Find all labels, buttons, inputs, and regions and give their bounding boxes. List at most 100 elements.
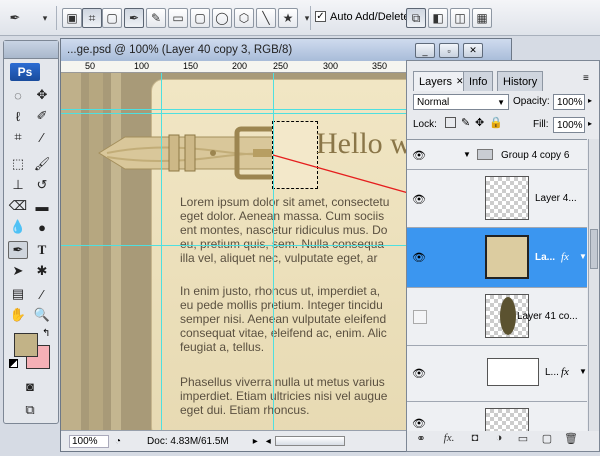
marquee-tool-icon[interactable]: ◌ xyxy=(8,86,28,104)
exclude-path-area-button[interactable]: ▦ xyxy=(472,8,492,28)
path-selection-tool-icon[interactable]: ➤ xyxy=(8,262,28,280)
new-layer-icon[interactable]: ▢ xyxy=(539,432,555,445)
horizontal-scrollbar[interactable] xyxy=(274,436,345,446)
layers-scrollbar[interactable] xyxy=(588,139,599,431)
layer-thumbnail-shape xyxy=(500,297,516,335)
fill-slider-icon[interactable]: ▸ xyxy=(588,119,592,128)
default-colors-icon[interactable] xyxy=(9,359,18,368)
intersect-path-area-button[interactable]: ◫ xyxy=(450,8,470,28)
lock-all-icon[interactable]: 🔒 xyxy=(489,116,503,129)
layer-row-selected[interactable]: 👁 La... fx ▼ xyxy=(407,228,587,288)
pen-mode-button[interactable]: ✒ xyxy=(124,8,144,28)
visibility-toggle-empty[interactable] xyxy=(413,310,427,324)
minimize-button[interactable]: _ xyxy=(415,43,435,58)
custom-shape-tool-button[interactable]: ★ xyxy=(278,8,298,28)
layer-name: Layer 41 co... xyxy=(517,311,578,322)
adjustment-layer-icon[interactable]: ◑ xyxy=(491,432,507,444)
line-tool-button[interactable]: ╲ xyxy=(256,8,276,28)
rectangle-tool-button[interactable]: ▭ xyxy=(168,8,188,28)
eye-icon[interactable]: 👁 xyxy=(411,366,427,380)
gradient-tool-icon[interactable]: ▬ xyxy=(32,197,52,215)
lasso-tool-icon[interactable]: ℓ xyxy=(8,107,28,125)
polygon-tool-button[interactable]: ⬡ xyxy=(234,8,254,28)
rounded-rect-tool-button[interactable]: ▢ xyxy=(190,8,210,28)
expand-effects-icon[interactable]: ▼ xyxy=(579,252,587,261)
eye-icon[interactable]: 👁 xyxy=(411,250,427,264)
tab-info[interactable]: Info xyxy=(463,71,494,91)
zoom-tool-icon[interactable]: 🔍 xyxy=(32,306,52,324)
status-menu-icon[interactable]: ◔ xyxy=(115,436,121,447)
scroll-thumb[interactable] xyxy=(590,229,598,269)
lock-pixels-icon[interactable]: ✎ xyxy=(461,116,470,129)
freeform-pen-button[interactable]: ✎ xyxy=(146,8,166,28)
layer-name: La... xyxy=(535,252,556,263)
fill-input[interactable]: 100% xyxy=(553,117,585,133)
eyedropper-icon[interactable]: ⁄ xyxy=(32,285,52,303)
eye-icon[interactable]: 👁 xyxy=(411,416,427,430)
close-button[interactable]: ✕ xyxy=(463,43,483,58)
fill-pixels-button[interactable]: ▢ xyxy=(102,8,122,28)
layer-group-row[interactable]: 👁 ▼ Group 4 copy 6 xyxy=(407,140,587,170)
swap-colors-icon[interactable]: ↰ xyxy=(42,328,50,339)
pen-tool-icon[interactable]: ✒ xyxy=(8,241,28,259)
zoom-level[interactable]: 100% xyxy=(69,434,109,448)
healing-brush-tool-icon[interactable]: ⬚ xyxy=(8,155,28,173)
tab-layers[interactable]: Layers ✕ xyxy=(413,71,470,91)
foreground-color-swatch[interactable] xyxy=(14,333,38,357)
new-group-icon[interactable]: ▭ xyxy=(515,432,531,445)
tools-palette-grip[interactable] xyxy=(4,41,58,59)
status-arrow-icon[interactable]: ▸ xyxy=(253,436,258,447)
pen-tool-icon[interactable]: ✒ xyxy=(6,9,24,27)
eye-icon[interactable]: 👁 xyxy=(411,148,427,162)
expand-effects-icon[interactable]: ▼ xyxy=(579,367,587,376)
panel-menu-icon[interactable]: ≡ xyxy=(583,73,589,84)
blend-mode-select[interactable]: Normal ▼ xyxy=(413,94,509,110)
paths-button[interactable]: ⌗ xyxy=(82,8,102,28)
quick-mask-icon[interactable]: ◙ xyxy=(20,377,40,395)
dodge-tool-icon[interactable]: ● xyxy=(32,218,52,236)
layer-row[interactable]: 👁 Layer 4... xyxy=(407,170,587,228)
history-brush-tool-icon[interactable]: ↺ xyxy=(32,176,52,194)
notes-tool-icon[interactable]: ▤ xyxy=(8,285,28,303)
type-tool-icon[interactable]: T xyxy=(32,241,52,259)
layer-row[interactable]: 👁 L... fx ▼ xyxy=(407,346,587,402)
shape-layers-button[interactable]: ▣ xyxy=(62,8,82,28)
link-layers-icon[interactable]: ⚭ xyxy=(413,432,429,445)
crop-tool-icon[interactable]: ⌗ xyxy=(8,128,28,146)
scroll-left-icon[interactable]: ◂ xyxy=(266,436,271,447)
fx-icon[interactable]: fx xyxy=(561,251,569,263)
hand-tool-icon[interactable]: ✋ xyxy=(8,306,28,324)
add-to-path-area-button[interactable]: ⧉ xyxy=(406,8,426,28)
tool-preset-dropdown-icon[interactable]: ▾ xyxy=(36,9,54,27)
clone-stamp-tool-icon[interactable]: ⊥ xyxy=(8,176,28,194)
eye-icon[interactable]: 👁 xyxy=(411,192,427,206)
opacity-slider-icon[interactable]: ▸ xyxy=(588,96,592,105)
delete-layer-icon[interactable]: 🗑 xyxy=(563,432,579,445)
custom-shape-tool-icon[interactable]: ✱ xyxy=(32,262,52,280)
layer-row[interactable]: 👁 xyxy=(407,402,587,431)
screen-mode-icon[interactable]: ⧉ xyxy=(20,401,40,419)
lock-transparency-icon[interactable] xyxy=(445,117,456,128)
ruler-tick-label: 50 xyxy=(85,61,96,71)
add-layer-style-icon[interactable]: fx. xyxy=(441,432,457,444)
separator xyxy=(56,6,57,30)
layer-row[interactable]: Layer 41 co... xyxy=(407,288,587,346)
brush-tool-icon[interactable]: 🖌 xyxy=(32,155,52,173)
ruler-tick-label: 250 xyxy=(273,61,289,71)
fx-icon[interactable]: fx xyxy=(561,366,569,378)
auto-add-delete-checkbox[interactable]: ✓ xyxy=(315,11,326,22)
lock-position-icon[interactable]: ✥ xyxy=(475,116,484,129)
tab-history[interactable]: History xyxy=(497,71,544,91)
geometry-options-icon[interactable]: ▾ xyxy=(298,9,316,27)
quick-select-tool-icon[interactable]: ✐ xyxy=(32,107,52,125)
add-mask-icon[interactable]: ◘ xyxy=(467,432,483,444)
eyedropper-tool-icon[interactable]: ⁄ xyxy=(32,128,52,146)
opacity-input[interactable]: 100% xyxy=(553,94,585,110)
blur-tool-icon[interactable]: 💧 xyxy=(8,218,28,236)
move-tool-icon[interactable]: ✥ xyxy=(32,86,52,104)
eraser-tool-icon[interactable]: ⌫ xyxy=(8,197,28,215)
subtract-path-area-button[interactable]: ◧ xyxy=(428,8,448,28)
ellipse-tool-button[interactable]: ◯ xyxy=(212,8,232,28)
maximize-button[interactable]: ▫ xyxy=(439,43,459,58)
chevron-down-icon[interactable]: ▼ xyxy=(463,150,471,159)
